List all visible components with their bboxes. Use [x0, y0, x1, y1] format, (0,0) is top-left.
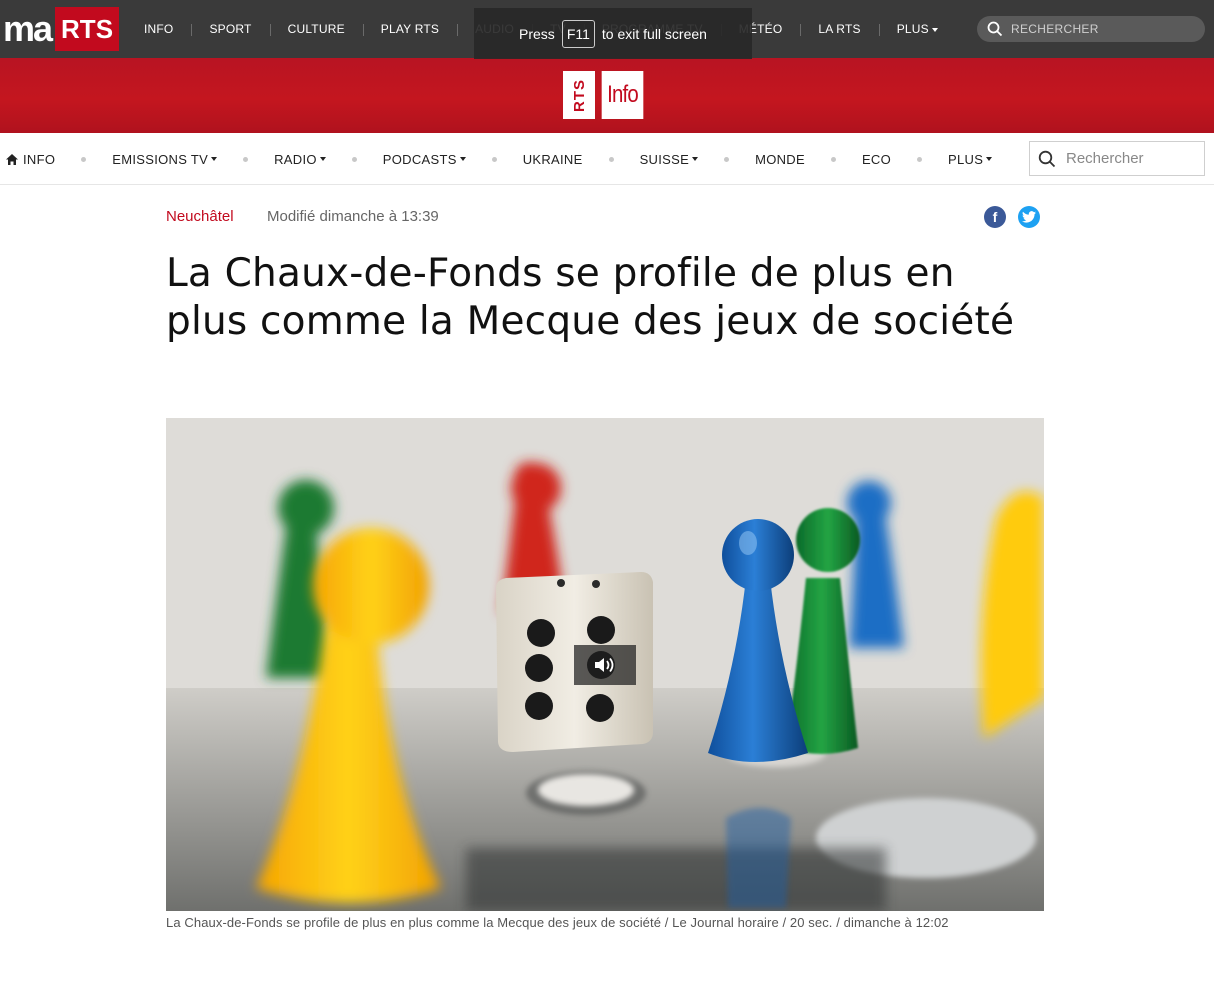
- search-icon: [1038, 150, 1056, 167]
- global-nav-item-label: PLAY RTS: [380, 22, 440, 36]
- nav-separator-dot: [724, 156, 730, 162]
- chevron-down-icon: [319, 157, 326, 161]
- global-search-input[interactable]: [1011, 22, 1191, 36]
- section-nav-item-label: SUISSE: [639, 151, 690, 167]
- chevron-down-icon: [692, 157, 699, 161]
- section-nav-item-label: PODCASTS: [382, 151, 457, 167]
- ma-rts-logo[interactable]: ma RTS: [0, 7, 120, 51]
- hero-image-caption: La Chaux-de-Fonds se profile de plus en …: [166, 915, 949, 930]
- section-nav-item-emissions-tv[interactable]: EMISSIONS TV: [112, 151, 218, 167]
- logo-rts-text: RTS: [55, 7, 120, 51]
- global-nav-item-sport[interactable]: SPORT: [191, 22, 269, 36]
- search-icon: [987, 21, 1003, 37]
- global-nav-item-la-rts[interactable]: LA RTS: [800, 22, 878, 36]
- article-headline: La Chaux-de-Fonds se profile de plus en …: [166, 251, 1015, 344]
- home-icon: [6, 153, 18, 165]
- section-nav-item-suisse[interactable]: SUISSE: [639, 151, 699, 167]
- section-nav-item-label: UKRAINE: [522, 151, 583, 167]
- nav-separator-dot: [608, 156, 614, 162]
- sound-toggle-button[interactable]: [574, 645, 636, 685]
- section-nav-item-radio[interactable]: RADIO: [274, 152, 326, 167]
- chevron-down-icon: [931, 27, 938, 32]
- section-search-input[interactable]: [1066, 150, 1196, 167]
- nav-separator-dot: [491, 156, 497, 162]
- speaker-icon: [595, 657, 614, 673]
- section-nav-item-label: PLUS: [948, 151, 984, 167]
- facebook-share-icon[interactable]: f: [984, 206, 1006, 228]
- global-nav-item-label: PLUS: [896, 22, 929, 36]
- global-nav-item-label: LA RTS: [818, 22, 861, 36]
- chevron-down-icon: [459, 157, 466, 161]
- section-nav-item-ukraine[interactable]: UKRAINE: [523, 152, 583, 167]
- section-nav-item-label: RADIO: [274, 151, 317, 167]
- section-search[interactable]: [1029, 141, 1205, 176]
- rts-info-logo-info: Info: [601, 71, 644, 119]
- section-nav-item-label: ECO: [861, 151, 892, 167]
- nav-separator-dot: [81, 156, 87, 162]
- global-nav-item-label: SPORT: [209, 22, 252, 36]
- section-nav-item-podcasts[interactable]: PODCASTS: [383, 152, 466, 167]
- global-nav-item-label: INFO: [144, 22, 174, 36]
- nav-separator-dot: [830, 156, 836, 162]
- section-nav-item-plus[interactable]: PLUS: [948, 151, 993, 167]
- global-search[interactable]: [977, 16, 1205, 42]
- chevron-down-icon: [986, 157, 993, 161]
- fullscreen-toast-after: to exit full screen: [601, 25, 707, 42]
- nav-separator-dot: [351, 156, 357, 162]
- rts-info-logo[interactable]: RTS Info: [563, 71, 647, 119]
- section-nav-items: INFO EMISSIONS TV RADIO PODCASTS UKRAINE SUIS…: [6, 133, 993, 185]
- global-nav-item-play-rts[interactable]: PLAY RTS: [362, 22, 457, 36]
- twitter-bird-icon: [1022, 211, 1036, 223]
- chevron-down-icon: [211, 157, 218, 161]
- global-nav-item-label: CULTURE: [287, 22, 345, 36]
- section-nav-item-label: MONDE: [755, 151, 805, 167]
- article-kicker-link[interactable]: Neuchâtel: [166, 208, 234, 225]
- rts-info-logo-rts-text: RTS: [570, 78, 588, 112]
- fullscreen-toast-key: F11: [561, 19, 595, 48]
- nav-separator-dot: [243, 156, 249, 162]
- section-nav-item-monde[interactable]: MONDE: [755, 152, 805, 167]
- logo-ma-text: ma: [3, 8, 53, 49]
- fullscreen-toast-before: Press: [519, 25, 555, 42]
- fullscreen-toast: Press F11 to exit full screen: [474, 8, 752, 59]
- global-nav-item-info[interactable]: INFO: [126, 22, 191, 36]
- nav-separator-dot: [917, 156, 923, 162]
- global-nav-item-culture[interactable]: CULTURE: [269, 22, 363, 36]
- section-nav-item-eco[interactable]: ECO: [862, 152, 891, 167]
- section-nav-item-info[interactable]: INFO: [6, 152, 55, 167]
- article-modified-date: Modifié dimanche à 13:39: [267, 208, 439, 225]
- global-nav-item-plus[interactable]: PLUS: [878, 22, 956, 36]
- section-nav-item-label: INFO: [23, 151, 56, 167]
- twitter-share-icon[interactable]: [1018, 206, 1040, 228]
- section-nav-item-label: EMISSIONS TV: [112, 151, 209, 167]
- rts-info-logo-rts: RTS: [563, 71, 595, 119]
